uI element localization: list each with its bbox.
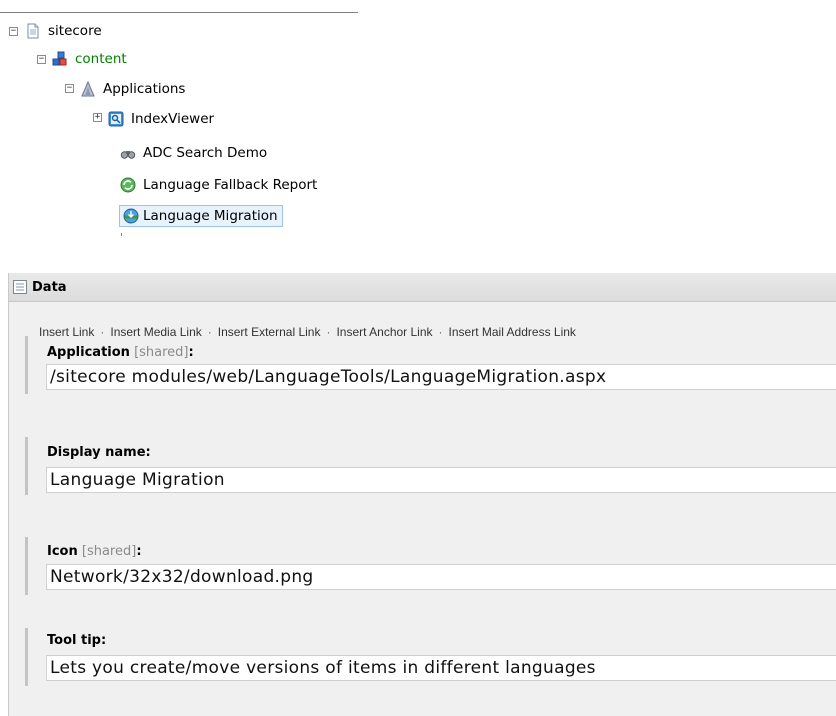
- tree-node-language-fallback-report[interactable]: Language Fallback Report: [120, 174, 320, 196]
- selected-item-highlight: Language Migration: [119, 205, 283, 227]
- tree-node-label: Applications: [103, 81, 186, 97]
- section-list-icon: [13, 280, 27, 294]
- field-label-text: Icon: [47, 544, 78, 559]
- content-tree: − sitecore − content − Applications + In…: [0, 0, 364, 240]
- field-label-text: Display name:: [47, 445, 151, 460]
- field-bar-icon: [25, 537, 28, 595]
- data-section-title: Data: [32, 279, 67, 295]
- tree-node-content[interactable]: content: [52, 48, 130, 70]
- field-label-colon: :: [188, 345, 194, 360]
- field-label-text: Tool tip:: [47, 633, 107, 648]
- toolbar-separator: ·: [207, 325, 212, 339]
- insert-media-link-button[interactable]: Insert Media Link: [110, 325, 201, 339]
- shared-tag: [shared]: [81, 544, 137, 559]
- field-bar-tool-tip: [25, 628, 28, 686]
- tree-connector-dot: [121, 233, 122, 236]
- tool-tip-input[interactable]: [47, 658, 836, 678]
- expand-toggle-indexviewer[interactable]: +: [93, 113, 102, 122]
- tree-node-indexviewer[interactable]: IndexViewer: [108, 108, 217, 130]
- field-label-colon: :: [136, 544, 142, 559]
- tree-node-language-migration[interactable]: Language Migration: [119, 205, 283, 227]
- field-label-icon: Icon [shared]:: [47, 544, 142, 559]
- application-field[interactable]: [46, 364, 836, 390]
- tree-divider: [0, 12, 358, 13]
- data-section-header[interactable]: Data: [9, 273, 836, 302]
- field-bar-display-name: [25, 437, 28, 495]
- binoculars-icon: [120, 151, 136, 159]
- field-bar-application: [25, 336, 28, 394]
- insert-mail-address-link-button[interactable]: Insert Mail Address Link: [449, 325, 576, 339]
- field-label-application: Application [shared]:: [47, 345, 194, 360]
- content-cubes-icon: [52, 51, 67, 66]
- application-input[interactable]: [47, 367, 836, 387]
- field-label-text: Application: [47, 345, 130, 360]
- tree-node-label: Language Migration: [143, 208, 278, 224]
- tree-node-sitecore[interactable]: sitecore: [25, 20, 105, 42]
- display-name-input[interactable]: [47, 470, 836, 490]
- tree-node-label: IndexViewer: [131, 111, 215, 127]
- collapse-toggle-content[interactable]: −: [37, 55, 46, 64]
- insert-external-link-button[interactable]: Insert External Link: [218, 325, 321, 339]
- refresh-globe-icon: [120, 177, 136, 193]
- collapse-toggle-applications[interactable]: −: [65, 84, 74, 93]
- tool-tip-field[interactable]: [46, 655, 836, 681]
- tree-node-label: sitecore: [48, 23, 102, 39]
- icon-input[interactable]: [47, 567, 836, 587]
- applications-icon: [81, 81, 95, 97]
- tree-node-adc-search-demo[interactable]: ADC Search Demo: [120, 142, 270, 164]
- link-toolbar: Insert Link · Insert Media Link · Insert Ext…: [39, 325, 576, 339]
- shared-tag: [shared]: [134, 345, 189, 360]
- icon-field[interactable]: [46, 564, 836, 590]
- data-section: Data: [8, 273, 836, 716]
- tree-node-label: Language Fallback Report: [143, 177, 318, 193]
- field-label-display-name: Display name:: [47, 445, 151, 460]
- toolbar-separator: ·: [326, 325, 331, 339]
- document-icon: [27, 23, 39, 39]
- download-globe-icon: [123, 208, 139, 224]
- toolbar-separator: ·: [100, 325, 105, 339]
- tree-node-label: content: [75, 51, 127, 67]
- index-viewer-icon: [108, 111, 124, 127]
- tree-node-applications[interactable]: Applications: [80, 78, 188, 100]
- tree-node-label: ADC Search Demo: [143, 145, 268, 161]
- toolbar-separator: ·: [438, 325, 443, 339]
- display-name-field[interactable]: [46, 467, 836, 493]
- insert-link-button[interactable]: Insert Link: [39, 325, 94, 339]
- field-label-tool-tip: Tool tip:: [47, 633, 106, 648]
- collapse-toggle-sitecore[interactable]: −: [9, 27, 18, 36]
- insert-anchor-link-button[interactable]: Insert Anchor Link: [336, 325, 432, 339]
